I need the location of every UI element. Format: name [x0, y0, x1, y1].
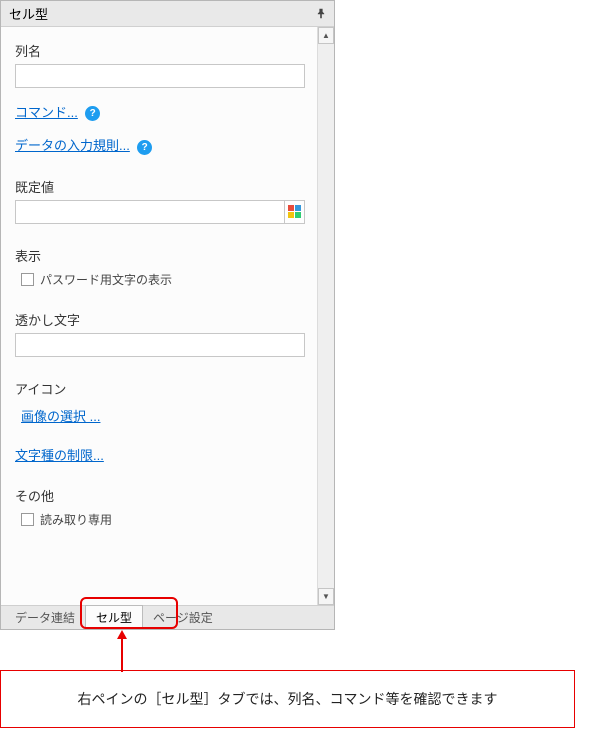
tab-data-link[interactable]: データ連結 — [5, 606, 85, 629]
panel-title: セル型 — [9, 4, 48, 23]
help-icon[interactable]: ? — [85, 106, 100, 121]
tab-cell-type[interactable]: セル型 — [85, 605, 143, 629]
command-link[interactable]: コマンド... — [15, 102, 78, 121]
default-value-input[interactable] — [15, 200, 284, 224]
scroll-up-button[interactable]: ▲ — [318, 27, 334, 44]
watermark-input[interactable] — [15, 333, 305, 357]
default-value-picker-button[interactable] — [284, 200, 305, 224]
tab-page-setup[interactable]: ページ設定 — [143, 606, 223, 629]
bottom-tabstrip: データ連結 セル型 ページ設定 — [1, 605, 334, 629]
callout-text: 右ペインの［セル型］タブでは、列名、コマンド等を確認できます — [78, 691, 498, 707]
icon-label: アイコン — [15, 379, 305, 398]
help-icon[interactable]: ? — [137, 140, 152, 155]
select-image-link[interactable]: 画像の選択 ... — [21, 406, 100, 425]
other-label: その他 — [15, 486, 305, 505]
color-picker-icon — [288, 205, 302, 219]
panel-header: セル型 — [1, 1, 334, 27]
scroll-down-button[interactable]: ▼ — [318, 588, 334, 605]
pin-icon[interactable] — [316, 8, 326, 20]
readonly-checkbox-label: 読み取り専用 — [40, 511, 112, 528]
column-name-label: 列名 — [15, 41, 305, 60]
scroll-track[interactable] — [318, 44, 334, 588]
char-type-limit-link[interactable]: 文字種の制限... — [15, 445, 104, 464]
panel-content: 列名 コマンド... ? データの入力規則... ? 既定値 — [1, 27, 317, 605]
password-display-checkbox-label: パスワード用文字の表示 — [40, 271, 172, 288]
right-pane-panel: セル型 列名 コマンド... ? データの入力規則... ? 既定値 — [0, 0, 335, 630]
display-label: 表示 — [15, 246, 305, 265]
readonly-checkbox[interactable] — [21, 513, 34, 526]
password-display-checkbox[interactable] — [21, 273, 34, 286]
data-validation-link[interactable]: データの入力規則... — [15, 135, 130, 154]
watermark-label: 透かし文字 — [15, 310, 305, 329]
callout-arrow-line — [121, 638, 123, 672]
default-value-label: 既定値 — [15, 177, 305, 196]
vertical-scrollbar[interactable]: ▲ ▼ — [317, 27, 334, 605]
callout-box: 右ペインの［セル型］タブでは、列名、コマンド等を確認できます — [0, 670, 575, 728]
column-name-input[interactable] — [15, 64, 305, 88]
